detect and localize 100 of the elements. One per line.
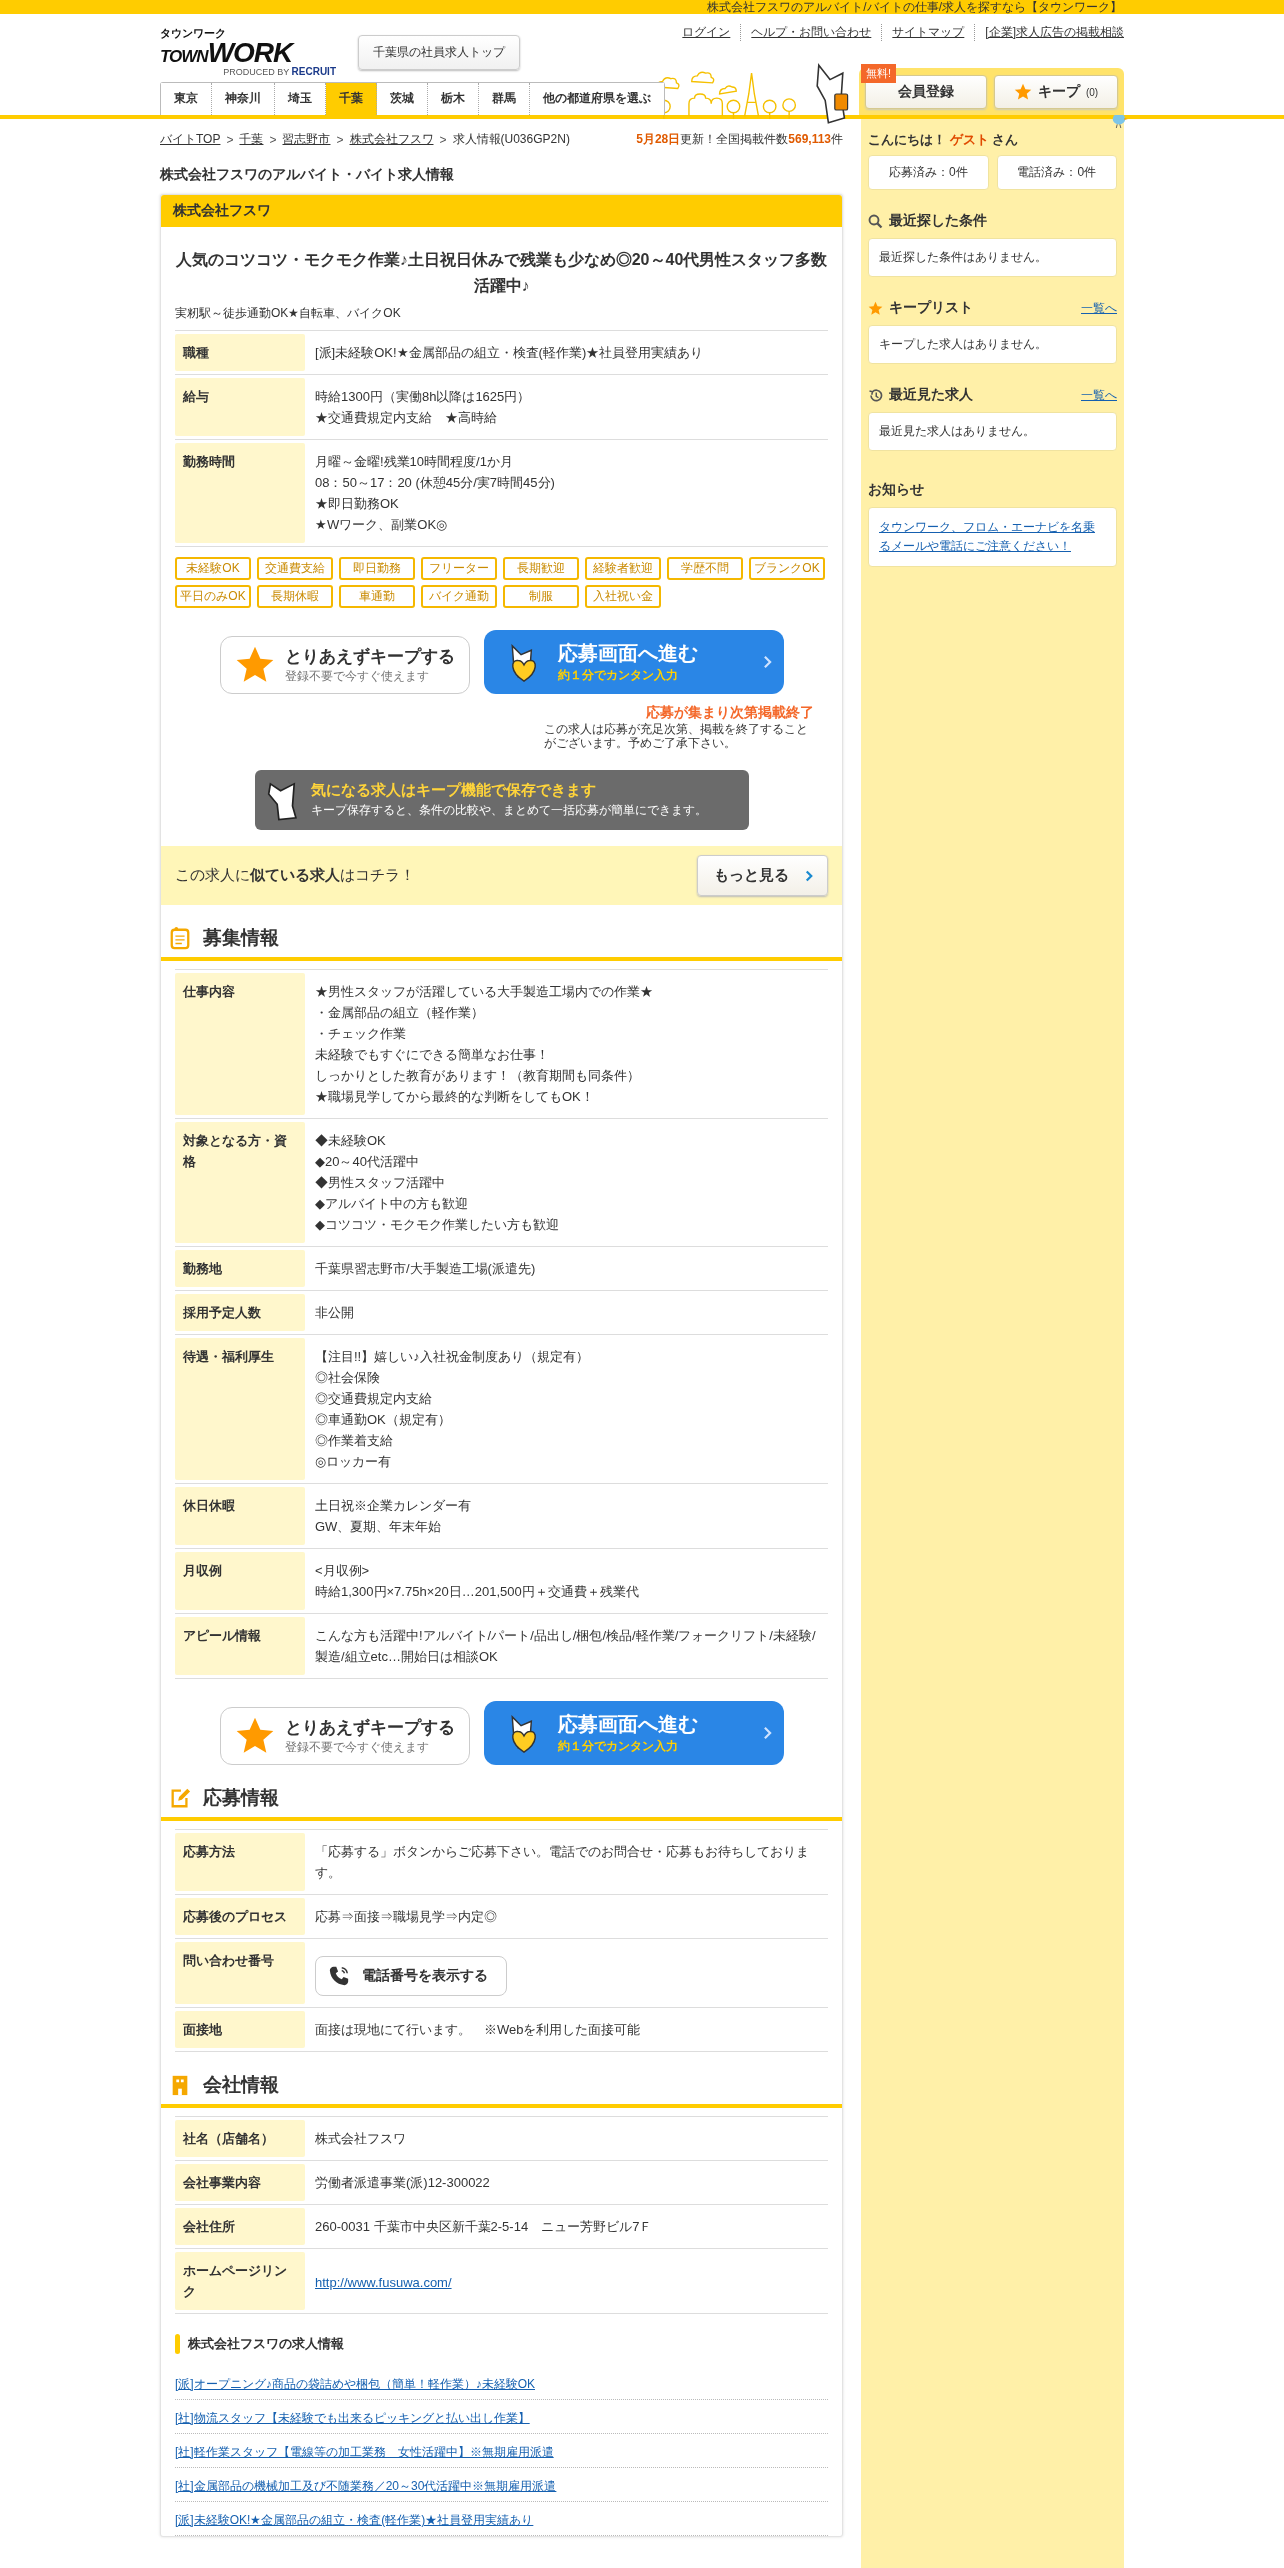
panel-title: 最近見た求人 — [889, 386, 974, 404]
feature-tag: 経験者歓迎 — [585, 557, 661, 580]
row-value: 株式会社フスワ — [315, 2130, 406, 2148]
prefecture-top-button[interactable]: 千葉県の社員求人トップ — [358, 35, 520, 70]
row-label: 職種 — [175, 334, 305, 371]
row-value: 土日祝※企業カレンダー有 GW、夏期、年末年始 — [315, 1497, 471, 1536]
feature-tag: ブランクOK — [749, 557, 825, 580]
row-label: 問い合わせ番号 — [175, 1942, 305, 2004]
row-label: ホームページリンク — [175, 2252, 305, 2310]
row-value: 面接は現地にて行います。 ※Webを利用した面接可能 — [315, 2021, 641, 2039]
empty-message: 最近見た求人はありません。 — [879, 424, 1035, 438]
empty-message: キープした求人はありません。 — [879, 337, 1047, 351]
breadcrumb-link[interactable]: 千葉 — [239, 131, 264, 148]
row-label: 対象となる方・資格 — [175, 1122, 305, 1243]
star-icon — [1013, 83, 1032, 101]
row-value: こんな方も活躍中!アルバイト/パート/品出し/梱包/検品/軽作業/フォークリフト/未経験/製造/組立etc…開始日は相談OK — [315, 1627, 817, 1666]
row-value: 月曜～金曜!残業10時間程度/1か月 08：50～17：20 (休憩45分/実7時間45分) ★即日勤務OK ★Wワーク、副業OK◎ — [315, 453, 555, 534]
row-value: 労働者派遣事業(派)12-300022 — [315, 2174, 490, 2192]
pencil-note-icon — [169, 1786, 191, 1810]
section-title: 募集情報 — [203, 926, 279, 950]
breadcrumb-link[interactable]: 株式会社フスワ — [349, 131, 434, 148]
view-all-link[interactable]: 一覧へ — [1081, 299, 1117, 317]
keep-button[interactable]: とりあえずキープする 登録不要で今すぐ使えます — [219, 636, 470, 694]
townwork-logo[interactable]: タウンワーク TOWNWORK PRODUCED BY RECRUIT — [160, 28, 336, 77]
job-link[interactable]: [社]金属部品の機械加工及び不随業務／20～30代活躍中※無期雇用派遣 — [175, 2479, 557, 2493]
job-link[interactable]: [社]物流スタッフ【未経験でも出来るピッキングと払い出し作業】 — [175, 2411, 530, 2425]
page-title: 株式会社フスワのアルバイト・バイト求人情報 — [160, 166, 455, 184]
row-label: 月収例 — [175, 1552, 305, 1610]
row-label: 社名（店舗名） — [175, 2120, 305, 2157]
row-value: [派]未経験OK!★金属部品の組立・検査(軽作業)★社員登用実績あり — [315, 344, 704, 362]
panel-title: キープリスト — [889, 299, 974, 317]
breadcrumb-separator: > — [226, 132, 234, 147]
count-unit: 件 — [831, 132, 843, 146]
row-value: <月収例> 時給1,300円×7.75h×20日…201,500円＋交通費＋残業代 — [315, 1562, 639, 1601]
breadcrumb-link[interactable]: バイトTOP — [160, 131, 221, 148]
header-link[interactable]: ヘルプ・お問い合わせ — [740, 24, 882, 41]
job-link[interactable]: [社]軽作業スタッフ【電線等の加工業務 女性活躍中】※無期雇用派遣 — [175, 2445, 554, 2459]
row-value: 非公開 — [315, 1304, 354, 1322]
row-label: アピール情報 — [175, 1617, 305, 1675]
feature-tag: 未経験OK — [175, 557, 251, 580]
feature-tag: 即日勤務 — [339, 557, 415, 580]
row-label: 仕事内容 — [175, 973, 305, 1115]
homepage-link[interactable]: http://www.fusuwa.com/ — [315, 2272, 452, 2293]
row-label: 給与 — [175, 378, 305, 436]
row-label: 勤務時間 — [175, 443, 305, 543]
feature-tag: 交通費支給 — [257, 557, 333, 580]
memo-icon — [169, 926, 191, 950]
job-link[interactable]: [派]未経験OK!★金属部品の組立・検査(軽作業)★社員登用実績あり — [175, 2513, 534, 2527]
status-count: 応募済み：0件 — [868, 155, 989, 190]
header-link[interactable]: ログイン — [672, 24, 741, 41]
feature-tag: 平日のみOK — [175, 585, 251, 608]
feature-tag: 入社祝い金 — [585, 585, 661, 608]
header-link[interactable]: サイトマップ — [881, 24, 975, 41]
keep-list-button[interactable]: キープ (0) — [994, 75, 1118, 109]
header-link[interactable]: [企業]求人広告の掲載相談 — [974, 24, 1124, 41]
feature-tag: バイク通勤 — [421, 585, 497, 608]
notice-link[interactable]: タウンワーク、フロム・エーナビを名乗るメールや電話にご注意ください！ — [879, 518, 1106, 556]
search-icon — [868, 213, 883, 229]
row-label: 採用予定人数 — [175, 1294, 305, 1331]
feature-tag: フリーター — [421, 557, 497, 580]
honorific: さん — [992, 132, 1019, 147]
apply-button[interactable]: 応募画面へ進む 約１分でカンタン入力 — [483, 630, 784, 694]
company-header: 株式会社フスワ — [161, 195, 842, 227]
update-label: 更新！全国掲載件数 — [680, 132, 789, 146]
apply-button[interactable]: 応募画面へ進む 約１分でカンタン入力 — [483, 1701, 784, 1765]
access-text: 実籾駅～徒歩通勤OK★自転車、バイクOK — [175, 305, 402, 322]
greeting: こんにちは！ — [868, 132, 946, 147]
similar-jobs-text: この求人に似ている求人はコチラ！ — [175, 866, 415, 885]
history-icon — [868, 387, 883, 403]
banner-title: 気になる求人はキープ機能で保存できます — [310, 781, 597, 800]
job-headline: 人気のコツコツ・モクモク作業♪土日祝日休みで残業も少なめ◎20～40代男性スタッフ多数活躍中♪ — [175, 250, 828, 296]
see-more-button[interactable]: もっと見る — [697, 855, 828, 896]
prefecture-tab[interactable]: 千葉 — [326, 83, 377, 115]
view-all-link[interactable]: 一覧へ — [1081, 386, 1117, 404]
row-value: ◆未経験OK ◆20～40代活躍中 ◆男性スタッフ活躍中 ◆アルバイト中の方も歓迎 ◆コツコツ・モクモク作業したい方も歓迎 — [315, 1132, 559, 1234]
feature-tag: 制服 — [503, 585, 579, 608]
subsection-title: 株式会社フスワの求人情報 — [188, 2335, 344, 2353]
row-label: 勤務地 — [175, 1250, 305, 1287]
breadcrumb-link[interactable]: 習志野市 — [282, 131, 331, 148]
banner-text: キープ保存すると、条件の比較や、まとめて一括応募が簡単にできます。 — [310, 802, 707, 819]
feature-tag: 長期休暇 — [257, 585, 333, 608]
breadcrumb-current: 求人情報(U036GP2N) — [452, 131, 570, 148]
row-label: 応募方法 — [175, 1833, 305, 1891]
notice-title: 応募が集まり次第掲載終了 — [645, 704, 814, 722]
prefecture-tab[interactable]: 東京 — [161, 83, 212, 115]
star-icon — [868, 300, 883, 316]
row-label: 会社住所 — [175, 2208, 305, 2245]
keep-button[interactable]: とりあえずキープする 登録不要で今すぐ使えます — [219, 1707, 470, 1765]
chevron-icon — [762, 1726, 772, 1740]
job-link[interactable]: [派]オープニング♪商品の袋詰めや梱包（簡単！軽作業）♪未経験OK — [175, 2377, 535, 2391]
section-title: 会社情報 — [203, 2073, 279, 2097]
row-value: 千葉県習志野市/大手製造工場(派遣先) — [315, 1260, 536, 1278]
listing-count: 569,113 — [788, 132, 831, 146]
row-label: 会社事業内容 — [175, 2164, 305, 2201]
show-phone-button[interactable]: 電話番号を表示する — [315, 1956, 507, 1996]
row-value: 【注目!!】嬉しい♪入社祝金制度あり（規定有） ◎社会保険 ◎交通費規定内支給 ◎車通勤OK（規定有） ◎作業着支給 ◎ロッカー有 — [315, 1348, 589, 1471]
feature-tag: 長期歓迎 — [503, 557, 579, 580]
breadcrumb-separator: > — [336, 132, 344, 147]
empty-message: 最近探した条件はありません。 — [879, 250, 1047, 264]
user-name: ゲスト — [949, 132, 989, 147]
